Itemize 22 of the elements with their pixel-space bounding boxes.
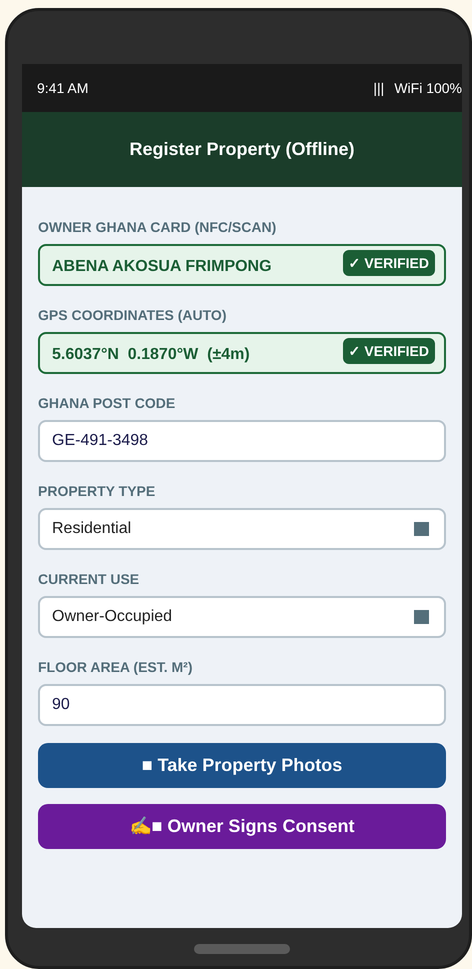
- field-label: FLOOR AREA (EST. M²): [38, 659, 194, 676]
- verified-value: 5.6037°N 0.1870°W (±4m): [52, 344, 250, 364]
- network-status: WiFi 100%: [394, 78, 462, 98]
- dropdown-field[interactable]: Owner-Occupied: [38, 596, 446, 638]
- status-time: 9:41 AM: [37, 78, 88, 98]
- verified-badge: ✓ VERIFIED: [342, 338, 435, 364]
- input-field[interactable]: 90: [38, 684, 446, 726]
- field-label: GHANA POST CODE: [38, 395, 176, 412]
- dropdown-icon: [414, 522, 429, 536]
- page-title: Register Property (Offline): [129, 138, 355, 161]
- signal-indicator: |||: [373, 78, 384, 98]
- field-label: CURRENT USE: [38, 571, 140, 588]
- consent-button[interactable]: ✍■ Owner Signs Consent: [38, 804, 446, 849]
- verified-badge: ✓ VERIFIED: [342, 250, 435, 276]
- dropdown-field[interactable]: Residential: [38, 508, 446, 550]
- field-label: OWNER GHANA CARD (NFC/SCAN): [38, 219, 278, 236]
- verified-value: ABENA AKOSUA FRIMPONG: [52, 256, 272, 276]
- dropdown-icon: [414, 610, 429, 624]
- field-label: GPS COORDINATES (AUTO): [38, 307, 228, 324]
- field-label: PROPERTY TYPE: [38, 483, 156, 500]
- photos-button[interactable]: ■ Take Property Photos: [38, 743, 446, 788]
- input-field[interactable]: GE-491-3498: [38, 420, 446, 462]
